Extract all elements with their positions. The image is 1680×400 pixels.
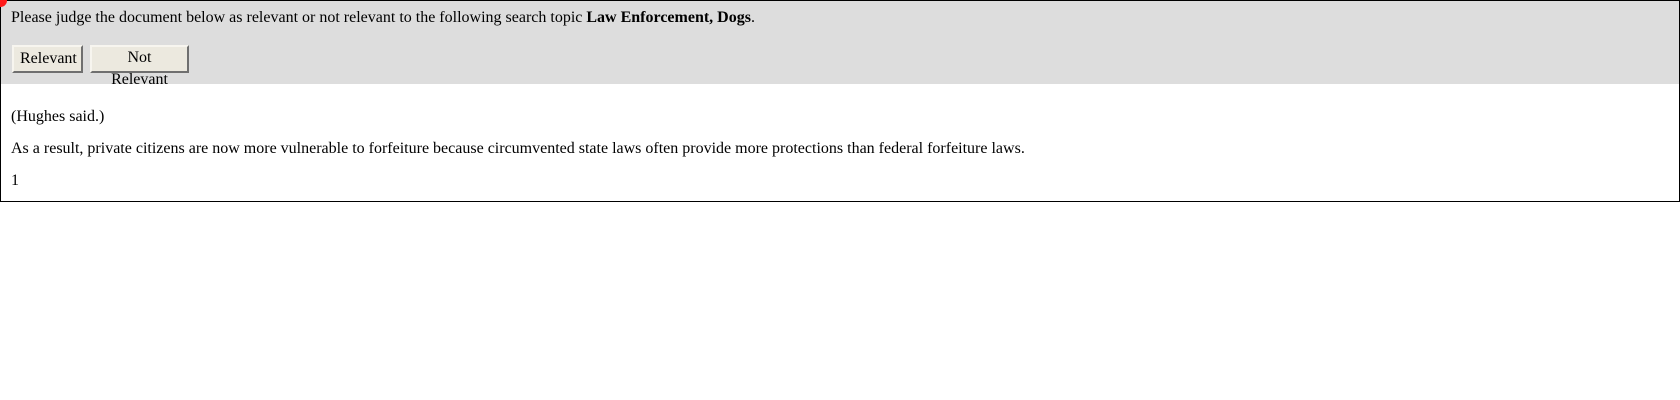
- search-topic: Law Enforcement, Dogs: [586, 9, 751, 26]
- instruction-text: Please judge the document below as relev…: [11, 9, 755, 27]
- instruction-prefix: Please judge the document below as relev…: [11, 9, 587, 26]
- not-relevant-button[interactable]: Not Relevant: [90, 45, 189, 88]
- document-panel: (Hughes said.) As a result, private citi…: [0, 84, 1680, 202]
- instruction-suffix: .: [750, 9, 755, 26]
- document-paragraph: As a result, private citizens are now mo…: [11, 140, 1025, 157]
- judgment-header: Please judge the document below as relev…: [0, 0, 1680, 88]
- document-page-number: 1: [11, 172, 19, 189]
- relevant-button[interactable]: Relevant: [12, 45, 83, 73]
- document-paragraph: (Hughes said.): [11, 108, 105, 125]
